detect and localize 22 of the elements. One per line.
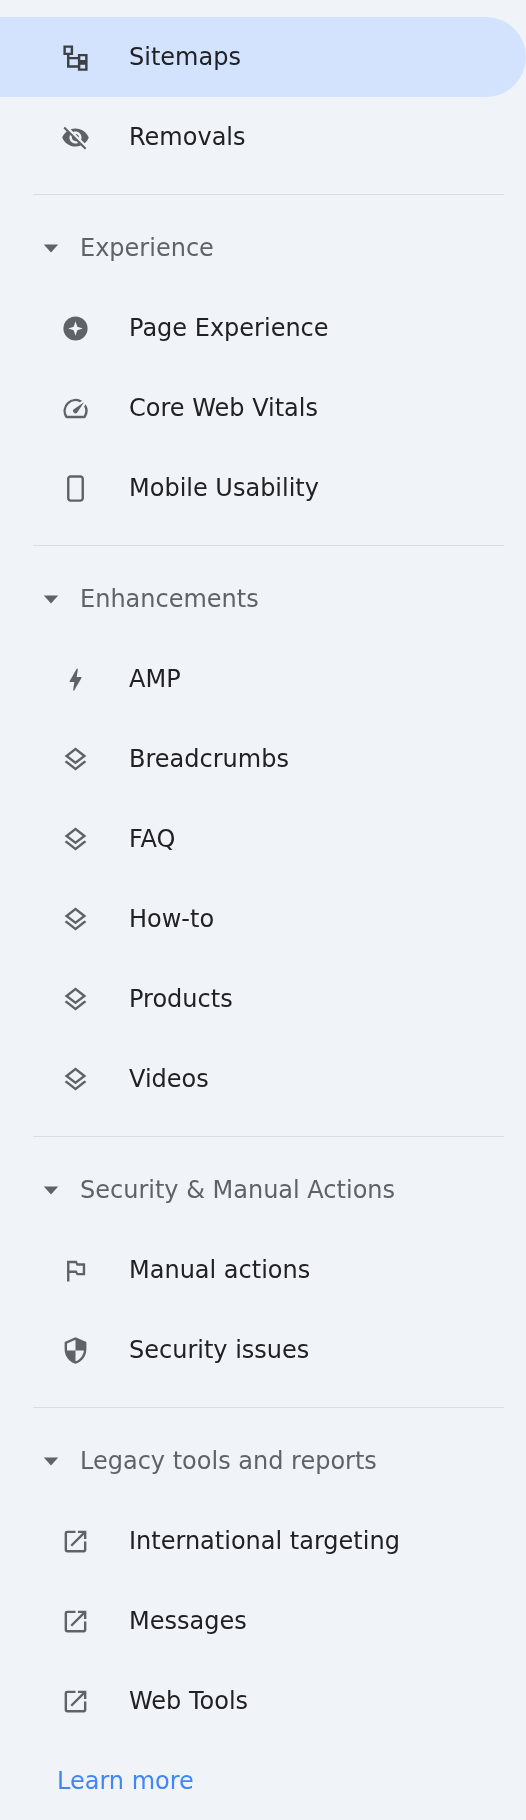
nav-item[interactable]: FAQ (0, 799, 526, 879)
nav-item[interactable]: AMP (0, 639, 526, 719)
nav-item[interactable]: Core Web Vitals (0, 368, 526, 448)
nav-item[interactable]: Web Tools (0, 1661, 526, 1741)
nav-item[interactable]: Messages (0, 1581, 526, 1661)
nav-item[interactable]: International targeting (0, 1501, 526, 1581)
nav-item[interactable]: Manual actions (0, 1230, 526, 1310)
nav-item[interactable]: How-to (0, 879, 526, 959)
nav-item[interactable]: Security issues (0, 1310, 526, 1390)
nav-item[interactable]: Sitemaps (0, 17, 526, 97)
nav-item[interactable]: Products (0, 959, 526, 1039)
nav-item[interactable]: Videos (0, 1039, 526, 1119)
nav-item[interactable]: Removals (0, 97, 526, 177)
nav-item[interactable]: Breadcrumbs (0, 719, 526, 799)
section-header: Experience (80, 234, 214, 262)
sparkle-icon (61, 313, 90, 343)
section-header: Security & Manual Actions (80, 1176, 396, 1204)
section-header: Enhancements (80, 585, 259, 613)
section-header: Legacy tools and reports (80, 1447, 377, 1475)
sitemap-icon (61, 42, 90, 72)
nav-item[interactable]: Mobile Usability (0, 448, 526, 528)
nav-item[interactable]: Page Experience (0, 288, 526, 368)
